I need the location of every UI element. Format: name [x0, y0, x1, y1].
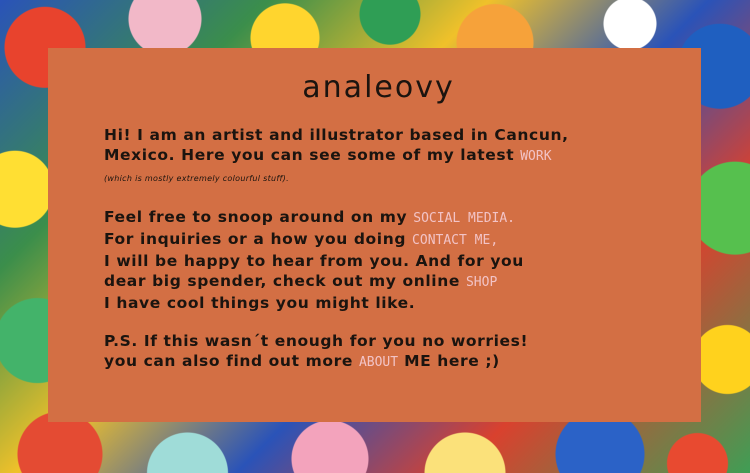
work-link[interactable]: WORK [520, 149, 551, 164]
para2-line-4: dear big spender, check out my online SH… [104, 271, 684, 293]
shop-link[interactable]: SHOP [466, 275, 497, 290]
contact-me-link[interactable]: CONTACT ME, [412, 233, 498, 248]
intro-note: (which is mostly extremely colourful stu… [104, 174, 289, 183]
site-title: analeovy [302, 70, 455, 105]
ps-line-2-start: you can also find out more [104, 352, 353, 370]
ps-line-2-end: ME here ;) [404, 352, 500, 370]
para2-line-2-text: For inquiries or a how you doing [104, 230, 407, 248]
intro-line-2-text: Mexico. Here you can see some of my late… [104, 146, 515, 164]
about-link[interactable]: ABOUT [359, 355, 398, 370]
para2-line-1-text: Feel free to snoop around on my [104, 208, 408, 226]
intro-card: analeovy Hi! I am an artist and illustra… [48, 48, 701, 422]
social-media-link[interactable]: SOCIAL MEDIA. [413, 211, 515, 226]
intro-line-1: Hi! I am an artist and illustrator based… [104, 126, 569, 144]
para2-line-2: For inquiries or a how you doing CONTACT… [104, 229, 684, 251]
para2-line-4-text: dear big spender, check out my online [104, 272, 460, 290]
para2-line-1: Feel free to snoop around on my SOCIAL M… [104, 207, 684, 229]
intro-line-2: Mexico. Here you can see some of my late… [104, 145, 684, 167]
ps-line-1: P.S. If this wasn´t enough for you no wo… [104, 332, 529, 350]
intro-text: Hi! I am an artist and illustrator based… [104, 125, 684, 373]
para2-line-5: I have cool things you might like. [104, 294, 416, 312]
para2-line-3: I will be happy to hear from you. And fo… [104, 252, 524, 270]
ps-line-2: you can also find out more ABOUT ME here… [104, 351, 684, 373]
